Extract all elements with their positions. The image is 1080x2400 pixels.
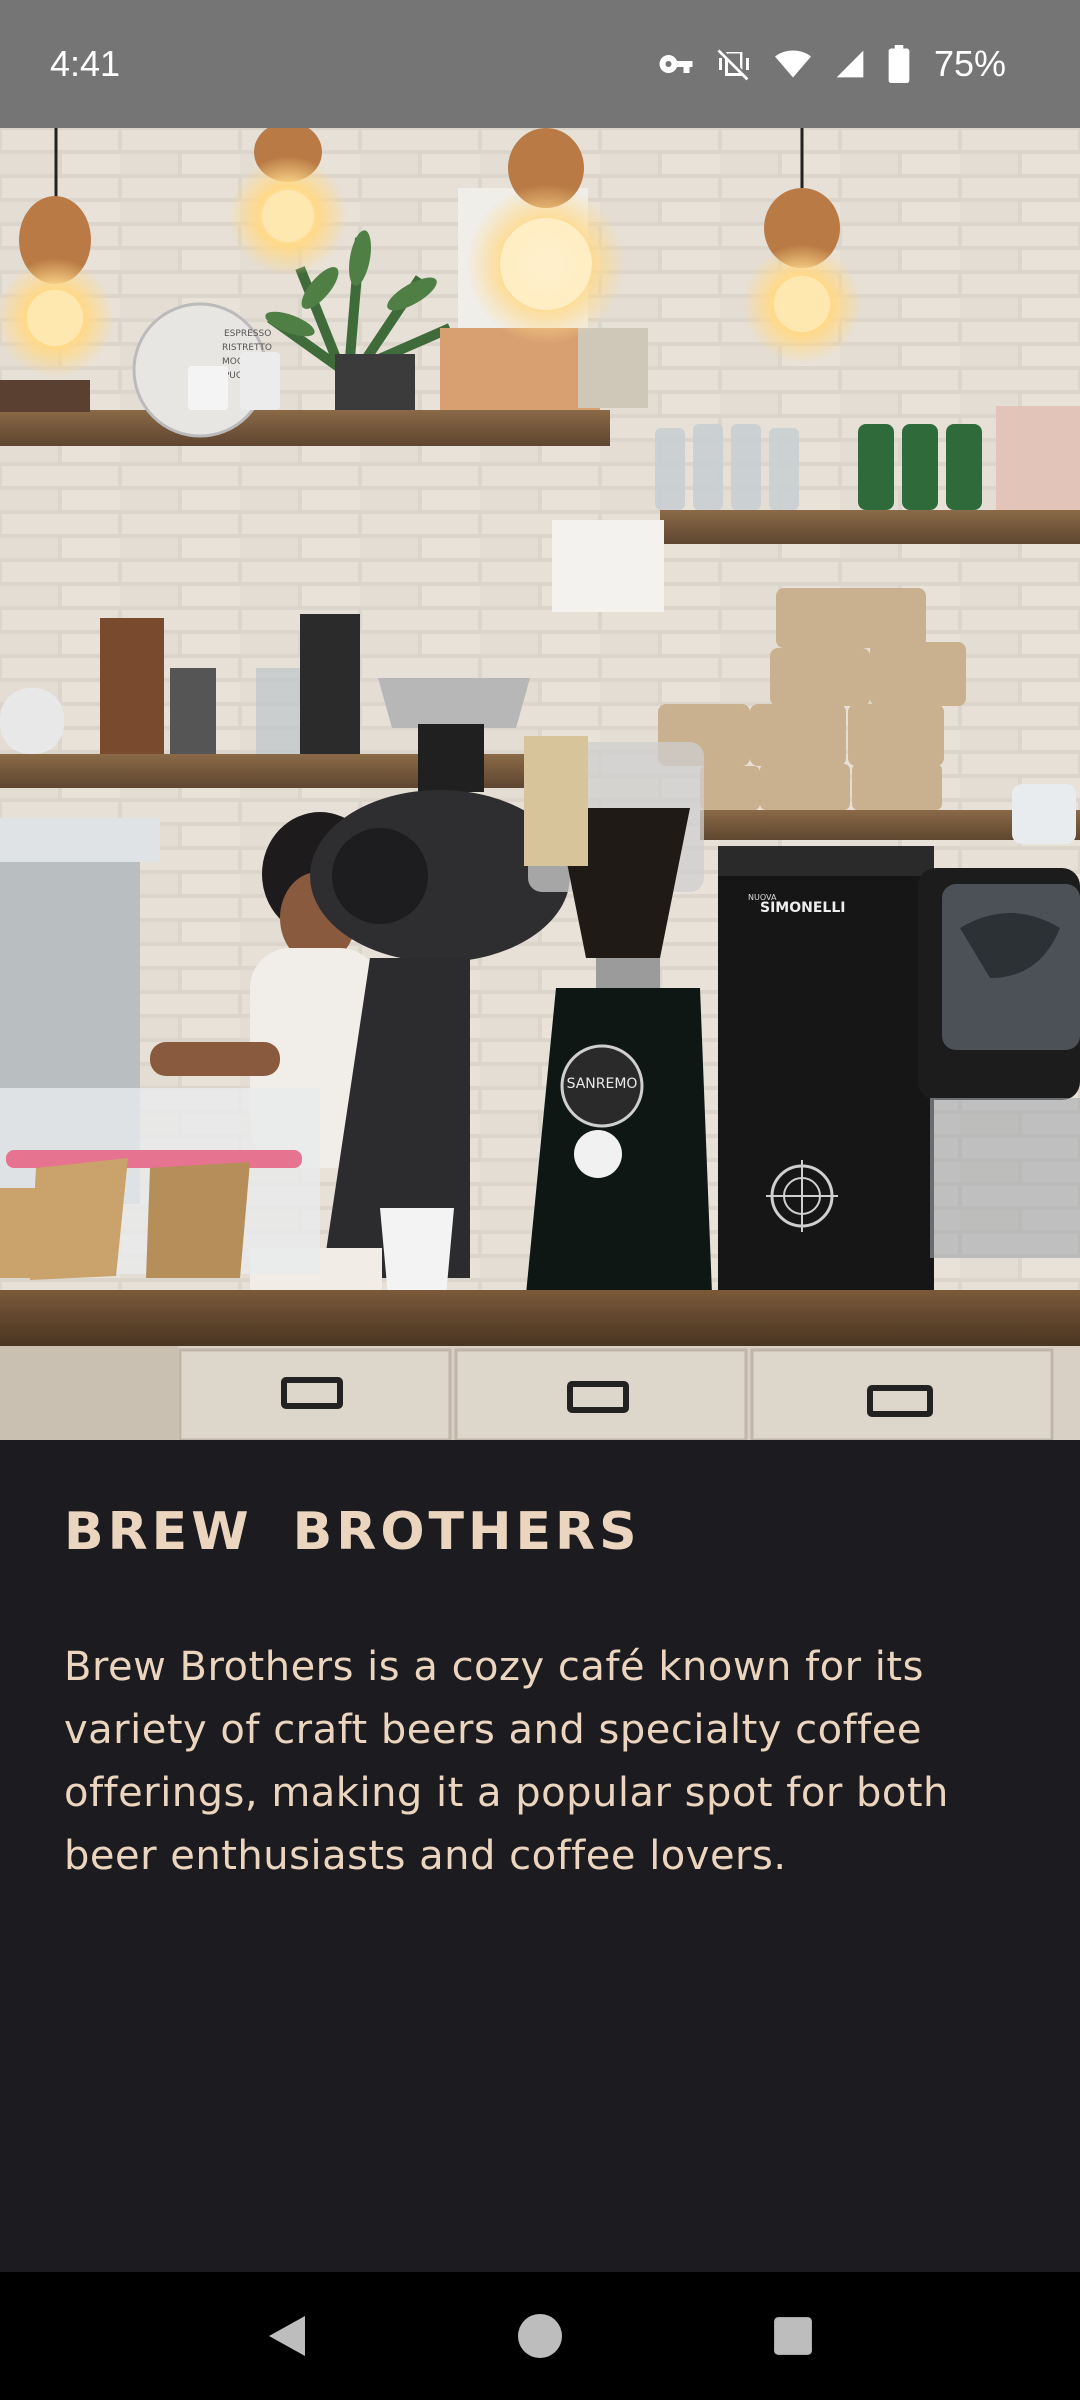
home-button[interactable] — [500, 2296, 580, 2376]
recents-icon — [774, 2317, 813, 2355]
svg-text:RISTRETTO: RISTRETTO — [222, 343, 272, 353]
counter-top — [0, 1290, 1080, 1346]
cafe-details: BREW BROTHERS Brew Brothers is a cozy ca… — [0, 1440, 1080, 2272]
wifi-icon — [774, 46, 812, 82]
vpn-key-icon — [658, 46, 694, 82]
sanremo-label: SANREMO — [567, 1076, 638, 1092]
signal-icon — [834, 47, 866, 81]
navigation-bar — [0, 2272, 1080, 2400]
home-icon — [517, 2314, 562, 2358]
battery-percentage: 75% — [933, 43, 1006, 84]
back-button[interactable] — [247, 2296, 327, 2376]
vibrate-off-icon — [716, 46, 752, 82]
top-shelf — [0, 410, 610, 446]
cafe-title: BREW BROTHERS — [64, 1502, 641, 1562]
status-time: 4:41 — [50, 43, 121, 84]
hero-image: ESPRESSO RISTRETTO MOCHA CAPPUCCINO SANR… — [0, 128, 1080, 1440]
menu-sign-line: ESPRESSO — [224, 329, 271, 339]
status-icons: 75% — [658, 43, 1006, 85]
cafe-description: Brew Brothers is a cozy café known for i… — [64, 1644, 949, 1879]
battery-icon — [888, 45, 910, 83]
grinder-simonelli: NUOVA SIMONELLI — [718, 846, 934, 1296]
simonelli-label: SIMONELLI — [760, 900, 845, 916]
back-icon — [268, 2316, 305, 2356]
recents-button[interactable] — [753, 2296, 833, 2376]
status-bar: 4:41 75% — [0, 0, 1080, 128]
